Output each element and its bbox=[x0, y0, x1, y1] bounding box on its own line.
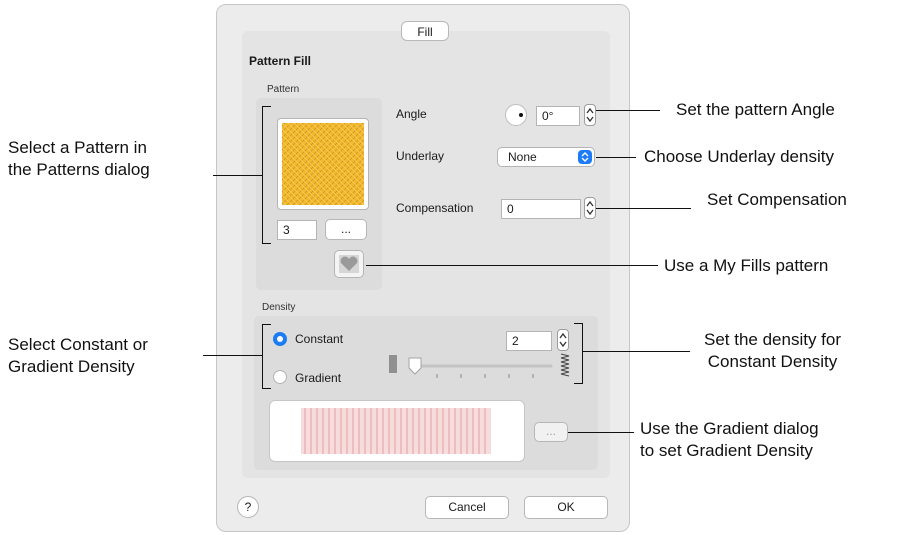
angle-field[interactable]: 0° bbox=[536, 106, 580, 126]
angle-dial-indicator bbox=[519, 113, 523, 117]
gradient-dialog-button[interactable]: ... bbox=[534, 422, 568, 442]
compensation-leader-line bbox=[596, 208, 691, 209]
callout-constant-density: Set the density for Constant Density bbox=[704, 330, 842, 371]
section-title: Pattern Fill bbox=[249, 54, 312, 68]
ok-button[interactable]: OK bbox=[524, 496, 608, 519]
compensation-label: Compensation bbox=[396, 201, 474, 215]
angle-label: Angle bbox=[396, 107, 427, 121]
pattern-group-label: Pattern bbox=[267, 84, 300, 95]
pattern-swatch bbox=[282, 123, 364, 205]
compensation-field[interactable]: 0 bbox=[501, 199, 581, 219]
density-radio-leader-line bbox=[203, 355, 262, 356]
tab-fill[interactable]: Fill bbox=[401, 21, 449, 41]
underlay-label: Underlay bbox=[396, 149, 445, 163]
constant-label: Constant bbox=[295, 332, 344, 346]
spring-icon bbox=[560, 353, 570, 377]
callout-choose-underlay: Choose Underlay density bbox=[644, 147, 834, 166]
callout-select-density: Select Constant or Gradient Density bbox=[8, 335, 148, 376]
underlay-value: None bbox=[508, 150, 537, 164]
pattern-browse-button[interactable]: ... bbox=[325, 219, 367, 240]
radio-dot bbox=[277, 336, 283, 342]
density-field[interactable]: 2 bbox=[506, 331, 552, 351]
callout-my-fills: Use a My Fills pattern bbox=[664, 256, 829, 275]
chevron-updown-icon bbox=[578, 150, 592, 164]
angle-leader-line bbox=[596, 110, 660, 111]
underlay-select[interactable]: None bbox=[497, 147, 595, 167]
angle-dial[interactable] bbox=[505, 104, 527, 126]
constant-radio[interactable] bbox=[273, 332, 287, 346]
density-value-bracket bbox=[574, 323, 583, 384]
my-fills-leader-line bbox=[366, 265, 658, 266]
callout-set-compensation: Set Compensation bbox=[707, 190, 847, 209]
gradient-radio[interactable] bbox=[273, 370, 287, 384]
density-radio-bracket bbox=[262, 324, 271, 389]
compensation-stepper[interactable] bbox=[584, 197, 596, 219]
pattern-leader-line bbox=[213, 175, 262, 176]
constant-density-leader-line bbox=[582, 351, 690, 352]
cancel-button[interactable]: Cancel bbox=[425, 496, 509, 519]
callout-set-angle: Set the pattern Angle bbox=[676, 100, 835, 119]
help-button[interactable]: ? bbox=[237, 496, 259, 518]
pattern-bracket bbox=[262, 106, 271, 244]
gradient-stripes bbox=[301, 408, 491, 454]
gradient-leader-line bbox=[568, 432, 634, 433]
pattern-preview-button[interactable] bbox=[277, 118, 369, 210]
density-slider[interactable] bbox=[385, 352, 575, 382]
my-fills-button[interactable] bbox=[334, 250, 364, 278]
callout-select-pattern: Select a Pattern in the Patterns dialog bbox=[8, 138, 150, 179]
underlay-leader-line bbox=[596, 157, 636, 158]
pattern-number-field[interactable]: 3 bbox=[277, 220, 317, 240]
gradient-label: Gradient bbox=[295, 371, 342, 385]
density-group-label: Density bbox=[262, 302, 296, 313]
heart-icon bbox=[339, 255, 359, 273]
slider-thumb bbox=[408, 357, 422, 375]
dense-lines-icon bbox=[389, 355, 397, 373]
gradient-preview bbox=[269, 400, 525, 462]
callout-gradient-dialog: Use the Gradient dialog to set Gradient … bbox=[640, 419, 819, 460]
density-stepper[interactable] bbox=[557, 329, 569, 351]
angle-stepper[interactable] bbox=[584, 104, 596, 126]
